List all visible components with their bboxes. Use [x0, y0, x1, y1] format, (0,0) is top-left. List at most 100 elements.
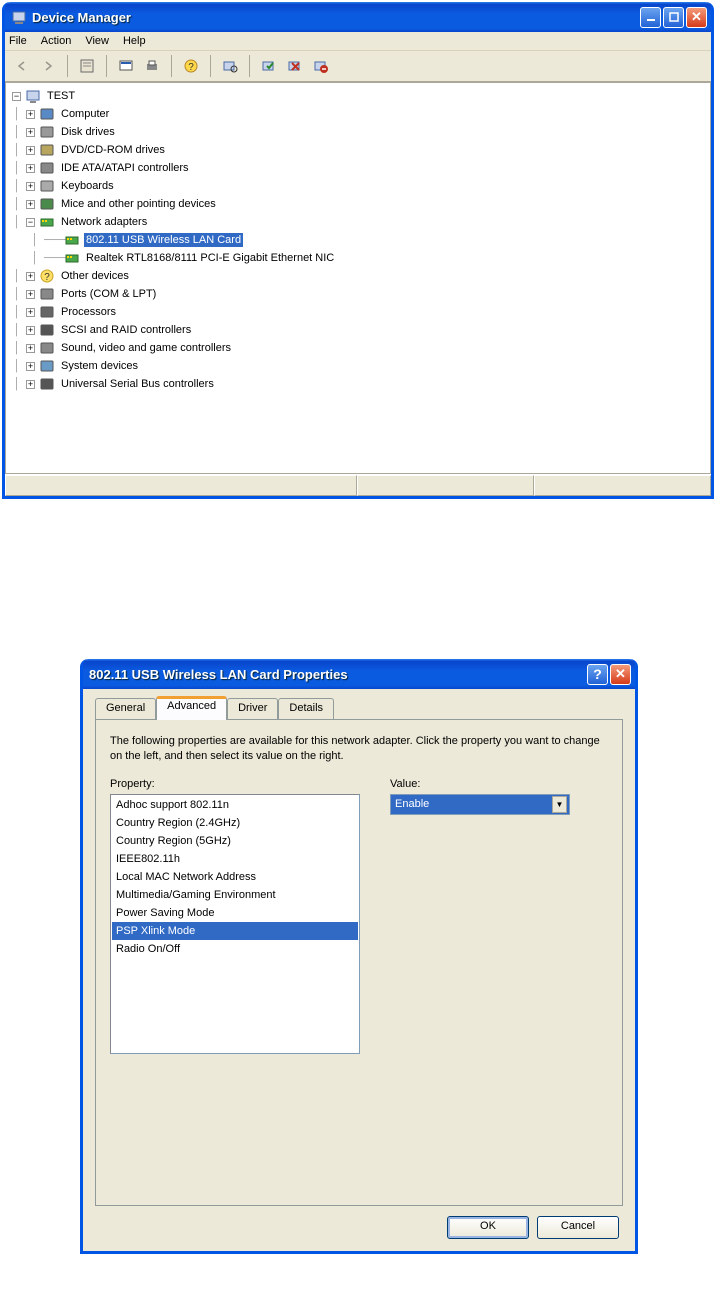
close-button[interactable]: ✕ — [686, 7, 707, 28]
tree-label[interactable]: Network adapters — [59, 215, 149, 229]
expander-icon[interactable]: + — [26, 128, 35, 137]
tab-advanced[interactable]: Advanced — [156, 696, 227, 720]
ide-icon — [39, 160, 55, 176]
tree-node[interactable]: │+IDE ATA/ATAPI controllers — [8, 159, 708, 177]
tree-label[interactable]: 802.11 USB Wireless LAN Card — [84, 233, 243, 247]
expander-icon[interactable]: + — [26, 308, 35, 317]
tab-details[interactable]: Details — [278, 698, 334, 719]
tree-root[interactable]: TEST — [45, 89, 77, 103]
expander-icon[interactable]: + — [26, 380, 35, 389]
menu-action[interactable]: Action — [41, 35, 72, 47]
tree-node[interactable]: │+Computer — [8, 105, 708, 123]
uninstall-icon[interactable] — [310, 55, 332, 77]
property-item[interactable]: PSP Xlink Mode — [112, 922, 358, 940]
tree-node[interactable]: │───Realtek RTL8168/8111 PCI-E Gigabit E… — [8, 249, 708, 267]
property-item[interactable]: IEEE802.11h — [112, 850, 358, 868]
tree-label[interactable]: Realtek RTL8168/8111 PCI-E Gigabit Ether… — [84, 251, 336, 265]
expander-icon[interactable]: + — [26, 200, 35, 209]
tab-general[interactable]: General — [95, 698, 156, 719]
tree-node[interactable]: │+Disk drives — [8, 123, 708, 141]
computer-root-icon — [25, 88, 41, 104]
tree-label[interactable]: IDE ATA/ATAPI controllers — [59, 161, 191, 175]
expander-icon[interactable]: + — [26, 164, 35, 173]
tree-node[interactable]: │+Universal Serial Bus controllers — [8, 375, 708, 393]
expander-icon[interactable]: − — [12, 92, 21, 101]
tree-view[interactable]: −TEST│+Computer│+Disk drives│+DVD/CD-ROM… — [5, 82, 711, 474]
property-item[interactable]: Multimedia/Gaming Environment — [112, 886, 358, 904]
tree-label[interactable]: Processors — [59, 305, 118, 319]
property-item[interactable]: Country Region (5GHz) — [112, 832, 358, 850]
dialog-titlebar[interactable]: 802.11 USB Wireless LAN Card Properties … — [83, 659, 635, 689]
sound-icon — [39, 340, 55, 356]
menu-view[interactable]: View — [85, 35, 109, 47]
tab-driver[interactable]: Driver — [227, 698, 278, 719]
svg-text:?: ? — [44, 272, 50, 283]
expander-icon[interactable]: + — [26, 344, 35, 353]
print-icon[interactable] — [141, 55, 163, 77]
titlebar[interactable]: Device Manager ✕ — [5, 2, 711, 32]
tree-label[interactable]: Ports (COM & LPT) — [59, 287, 158, 301]
expander-icon[interactable]: + — [26, 290, 35, 299]
expander-icon[interactable]: + — [26, 146, 35, 155]
property-listbox[interactable]: Adhoc support 802.11nCountry Region (2.4… — [110, 794, 360, 1054]
scan-icon[interactable] — [219, 55, 241, 77]
tree-node[interactable]: │───802.11 USB Wireless LAN Card — [8, 231, 708, 249]
tree-node[interactable]: │+SCSI and RAID controllers — [8, 321, 708, 339]
tree-label[interactable]: Mice and other pointing devices — [59, 197, 218, 211]
minimize-button[interactable] — [640, 7, 661, 28]
expander-icon[interactable]: + — [26, 110, 35, 119]
tree-node[interactable]: │+Mice and other pointing devices — [8, 195, 708, 213]
maximize-button[interactable] — [663, 7, 684, 28]
tree-label[interactable]: Sound, video and game controllers — [59, 341, 233, 355]
properties-dialog: 802.11 USB Wireless LAN Card Properties … — [80, 659, 638, 1254]
tree-node[interactable]: │+DVD/CD-ROM drives — [8, 141, 708, 159]
value-dropdown[interactable]: Enable ▼ — [390, 794, 570, 815]
tree-node[interactable]: │+Processors — [8, 303, 708, 321]
expander-icon[interactable]: + — [26, 182, 35, 191]
tree-label[interactable]: Universal Serial Bus controllers — [59, 377, 216, 391]
tree-label[interactable]: SCSI and RAID controllers — [59, 323, 193, 337]
dialog-close-button[interactable]: ✕ — [610, 664, 631, 685]
tree-node[interactable]: │+?Other devices — [8, 267, 708, 285]
expander-icon[interactable]: + — [26, 326, 35, 335]
value-label: Value: — [390, 778, 570, 790]
scsi-icon — [39, 322, 55, 338]
tree-node[interactable]: │−Network adapters — [8, 213, 708, 231]
disk-icon — [39, 124, 55, 140]
property-item[interactable]: Country Region (2.4GHz) — [112, 814, 358, 832]
expander-icon[interactable]: + — [26, 362, 35, 371]
context-help-button[interactable]: ? — [587, 664, 608, 685]
tree-label[interactable]: Other devices — [59, 269, 131, 283]
computer-icon — [39, 106, 55, 122]
tree-label[interactable]: Computer — [59, 107, 111, 121]
tab-description: The following properties are available f… — [110, 734, 608, 764]
cancel-button[interactable]: Cancel — [537, 1216, 619, 1239]
tree-label[interactable]: DVD/CD-ROM drives — [59, 143, 167, 157]
tree-node[interactable]: │+Ports (COM & LPT) — [8, 285, 708, 303]
console-icon[interactable] — [115, 55, 137, 77]
usb-icon — [39, 376, 55, 392]
properties-icon[interactable] — [76, 55, 98, 77]
expander-icon[interactable]: − — [26, 218, 35, 227]
property-item[interactable]: Power Saving Mode — [112, 904, 358, 922]
enable-icon[interactable] — [258, 55, 280, 77]
property-item[interactable]: Adhoc support 802.11n — [112, 796, 358, 814]
tree-label[interactable]: System devices — [59, 359, 140, 373]
tree-node[interactable]: │+System devices — [8, 357, 708, 375]
value-selection: Enable — [395, 798, 429, 810]
ports-icon — [39, 286, 55, 302]
ok-button[interactable]: OK — [447, 1216, 529, 1239]
tree-label[interactable]: Disk drives — [59, 125, 117, 139]
menu-help[interactable]: Help — [123, 35, 146, 47]
tree-node[interactable]: │+Keyboards — [8, 177, 708, 195]
property-item[interactable]: Radio On/Off — [112, 940, 358, 958]
help-icon[interactable]: ? — [180, 55, 202, 77]
net-card-icon — [64, 250, 80, 266]
disable-icon[interactable] — [284, 55, 306, 77]
menu-file[interactable]: File — [9, 35, 27, 47]
chevron-down-icon[interactable]: ▼ — [552, 796, 567, 813]
property-item[interactable]: Local MAC Network Address — [112, 868, 358, 886]
tree-node[interactable]: │+Sound, video and game controllers — [8, 339, 708, 357]
tree-label[interactable]: Keyboards — [59, 179, 116, 193]
expander-icon[interactable]: + — [26, 272, 35, 281]
